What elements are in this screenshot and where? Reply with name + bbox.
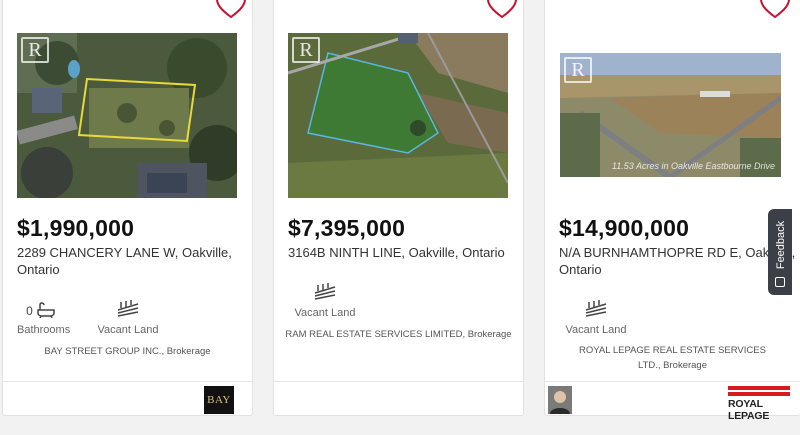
listing-photo[interactable]: R <box>288 33 508 198</box>
listing-card[interactable]: R $7,395,000 3164B NINTH LINE, Oakville,… <box>273 0 524 416</box>
photo-caption: 11.53 Acres in Oakville Eastbourne Drive <box>611 161 775 171</box>
realtor-logo: R <box>564 57 592 83</box>
bathrooms-feature: 0 Bathrooms <box>17 296 71 336</box>
brokerage-name: ROYAL LEPAGE REAL ESTATE SERVICES LTD., … <box>579 345 766 371</box>
feedback-label: Feedback <box>775 220 787 270</box>
favorite-heart-icon[interactable] <box>758 0 792 19</box>
listing-address[interactable]: 2289 CHANCERY LANE W, Oakville, Ontario <box>17 244 249 278</box>
listing-photo[interactable]: R <box>17 33 237 198</box>
land-type-label: Vacant Land <box>97 324 159 336</box>
bathrooms-label: Bathrooms <box>17 324 71 336</box>
listing-card[interactable]: R 11.53 Acres in Oakville Eastbourne Dri… <box>544 0 800 422</box>
brokerage-logo: BAY <box>204 386 234 414</box>
land-type-feature: Vacant Land <box>565 296 627 336</box>
brokerage-name: RAM REAL ESTATE SERVICES LIMITED, Broker… <box>285 329 512 340</box>
vacant-land-icon <box>314 283 336 300</box>
listing-address[interactable]: 3164B NINTH LINE, Oakville, Ontario <box>288 244 520 261</box>
vacant-land-icon <box>585 300 607 317</box>
vacant-land-icon <box>117 300 139 317</box>
feedback-button[interactable]: Feedback <box>768 209 792 295</box>
bathroom-count: 0 <box>26 304 33 318</box>
land-type-label: Vacant Land <box>565 324 627 336</box>
listing-card[interactable]: R $1,990,000 2289 CHANCERY LANE W, Oakvi… <box>2 0 253 416</box>
feedback-icon <box>775 277 785 287</box>
card-footer: BAY <box>3 381 252 417</box>
bathtub-icon <box>37 302 55 318</box>
listing-grid: R $1,990,000 2289 CHANCERY LANE W, Oakvi… <box>0 0 800 435</box>
listing-price[interactable]: $14,900,000 <box>559 215 689 242</box>
favorite-heart-icon[interactable] <box>214 0 248 19</box>
brokerage-logo-text: ROYAL LEPAGE <box>728 398 770 422</box>
favorite-heart-icon[interactable] <box>485 0 519 19</box>
royal-lepage-logo: ROYAL LEPAGE <box>728 386 790 422</box>
brokerage-name: BAY STREET GROUP INC., Brokerage <box>44 346 211 357</box>
listing-address[interactable]: N/A BURNHAMTHOPRE RD E, Oakville, Ontari… <box>559 244 800 278</box>
land-type-feature: Vacant Land <box>294 279 356 319</box>
land-type-label: Vacant Land <box>294 307 356 319</box>
listing-photo[interactable]: R 11.53 Acres in Oakville Eastbourne Dri… <box>560 53 781 177</box>
land-type-feature: Vacant Land <box>97 296 159 336</box>
listing-price[interactable]: $1,990,000 <box>17 215 134 242</box>
listing-price[interactable]: $7,395,000 <box>288 215 405 242</box>
card-footer <box>274 381 523 417</box>
agent-avatar[interactable] <box>548 386 572 414</box>
realtor-logo: R <box>292 37 320 63</box>
realtor-logo: R <box>21 37 49 63</box>
card-footer: ROYAL LEPAGE <box>545 381 800 422</box>
